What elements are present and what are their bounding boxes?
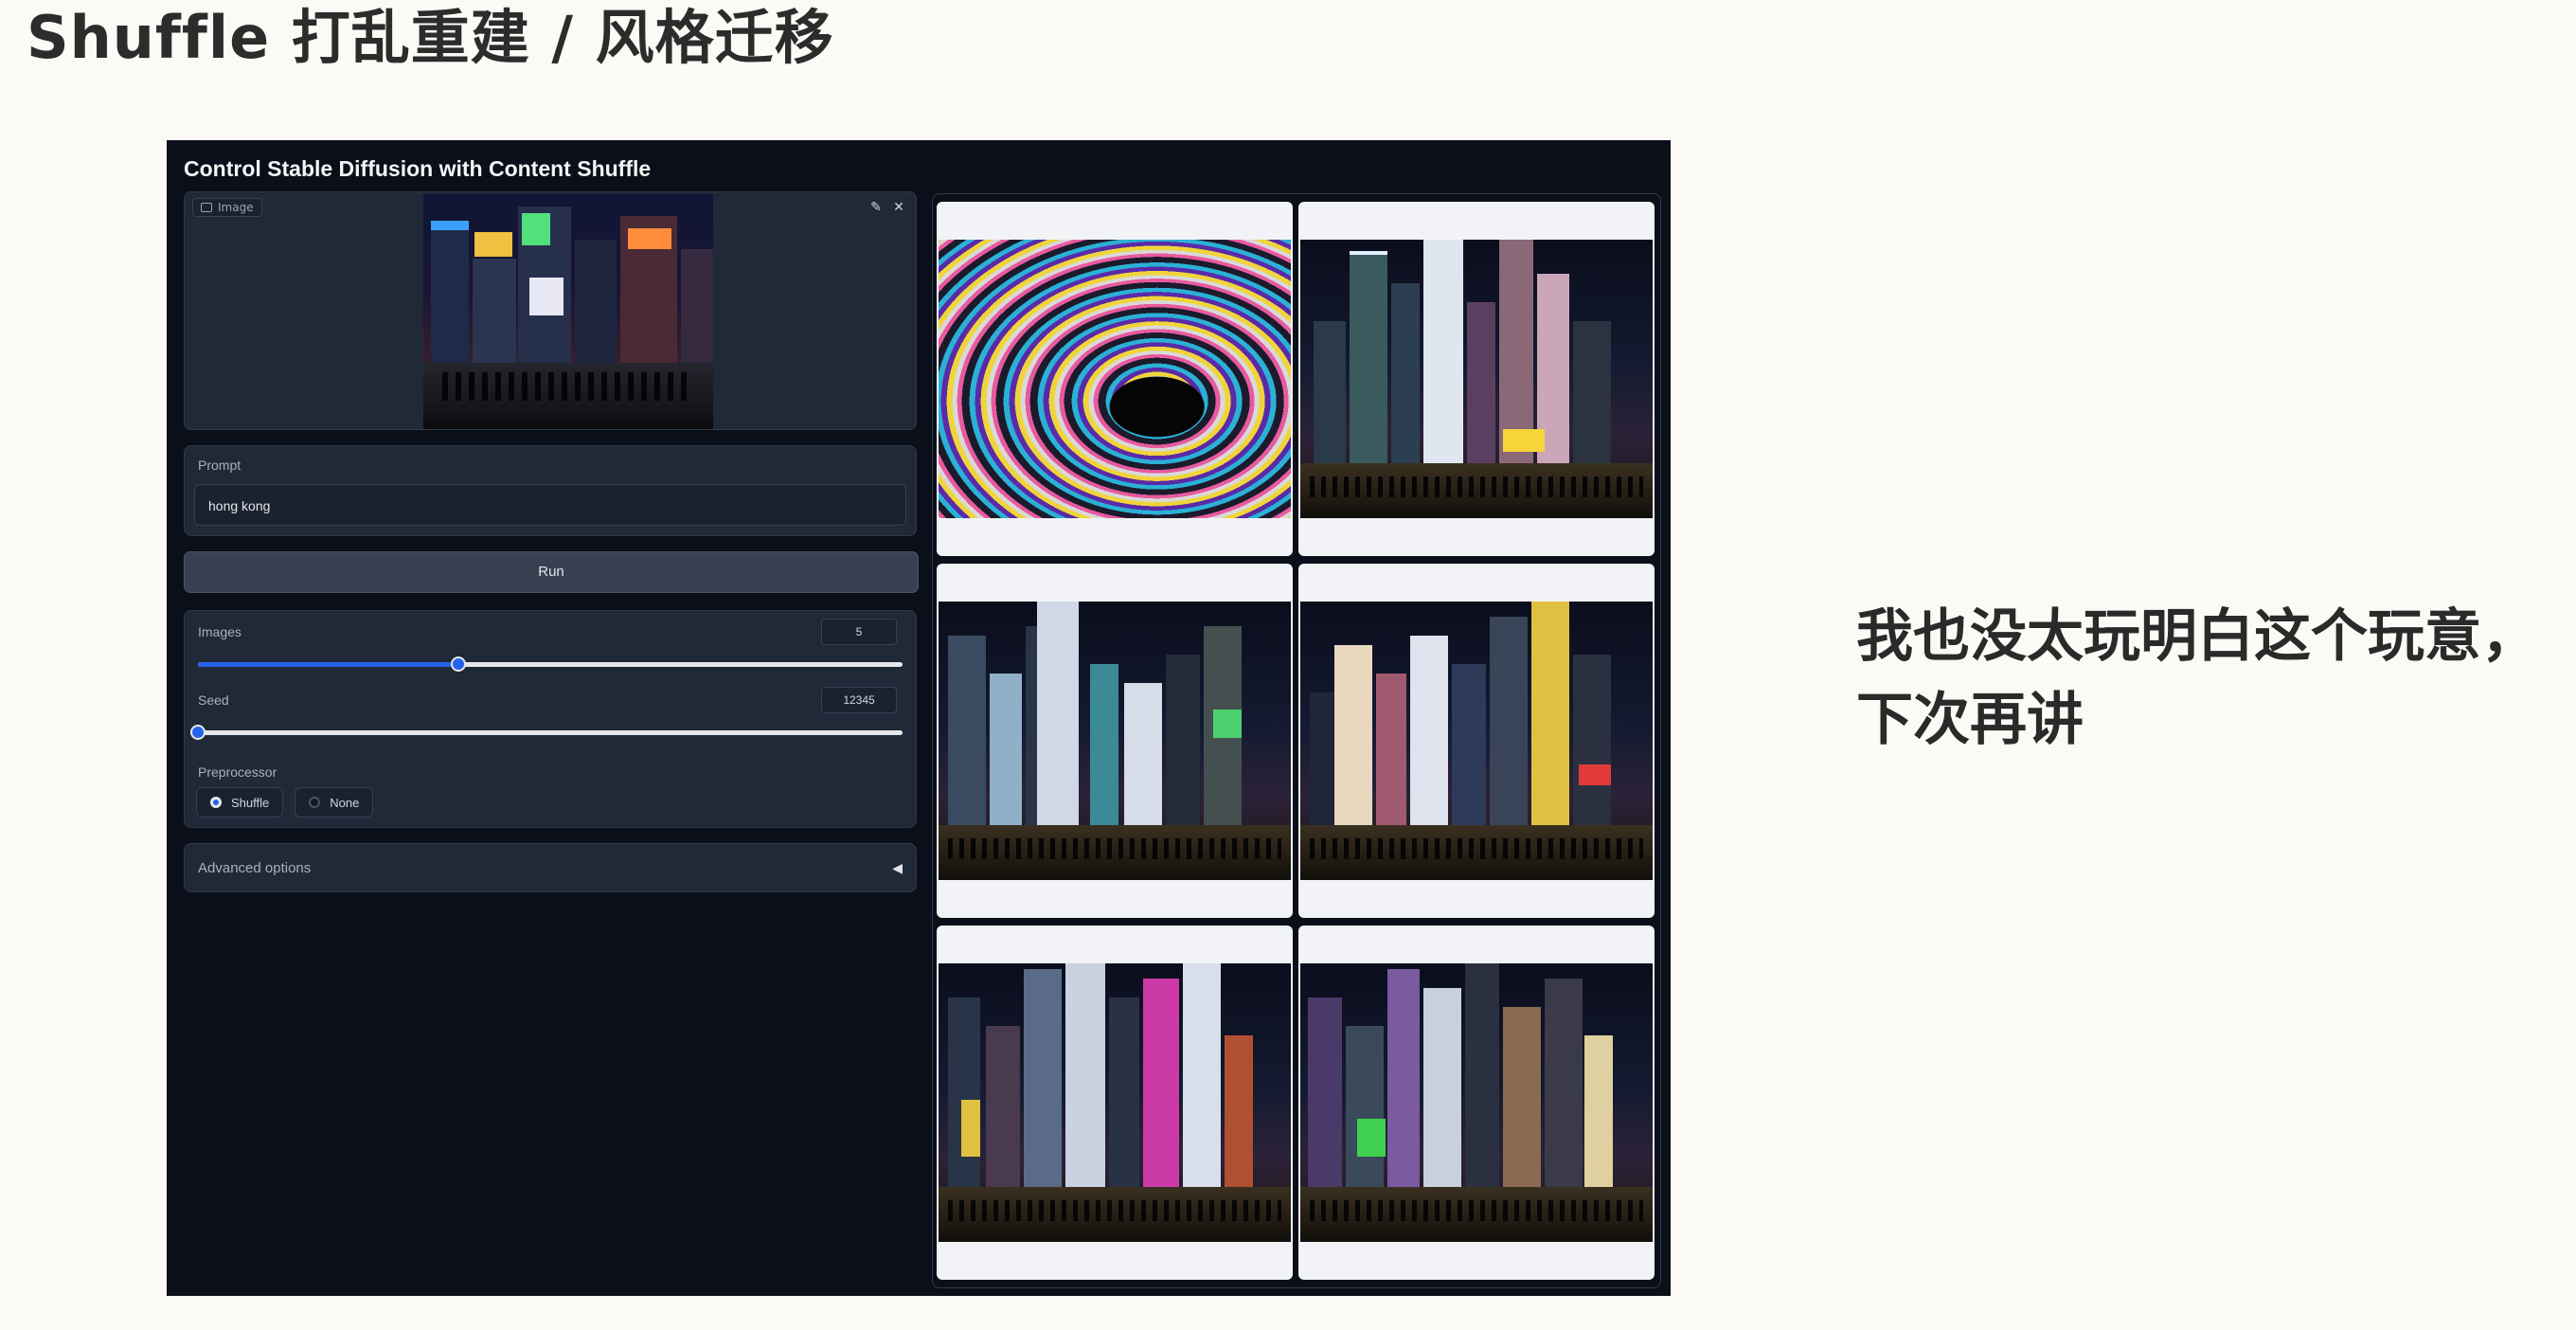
radio-none[interactable]: None (295, 787, 374, 818)
city-image (1300, 963, 1653, 1242)
side-note: 我也没太玩明白这个玩意， 下次再讲 (1856, 595, 2576, 762)
preprocessor-label: Preprocessor (198, 764, 277, 780)
input-image-preview (423, 194, 713, 429)
controls-block: Images 5 Seed 12345 Preprocessor Shuffle (184, 610, 917, 828)
advanced-options-label: Advanced options (198, 860, 312, 876)
seed-slider[interactable] (190, 725, 903, 740)
shuffled-image (939, 240, 1291, 518)
pencil-icon[interactable]: ✎ (867, 198, 886, 217)
radio-shuffle-label: Shuffle (231, 795, 270, 810)
app-title: Control Stable Diffusion with Content Sh… (184, 156, 652, 181)
seed-number-input[interactable]: 12345 (821, 687, 897, 713)
preprocessor-radio-group: Shuffle None (196, 787, 374, 818)
image-label-tag: Image (192, 198, 262, 217)
advanced-options-accordion[interactable]: Advanced options ◀ (184, 843, 917, 892)
images-slider[interactable] (198, 656, 903, 672)
radio-dot-selected (210, 797, 222, 808)
seed-slider-thumb[interactable] (190, 725, 206, 740)
prompt-input[interactable]: hong kong (194, 484, 906, 526)
side-note-line-1: 我也没太玩明白这个玩意， (1856, 603, 2538, 670)
radio-none-label: None (330, 795, 360, 810)
gallery-image-2[interactable] (1298, 202, 1655, 556)
app-window: Control Stable Diffusion with Content Sh… (167, 140, 1671, 1296)
radio-shuffle[interactable]: Shuffle (196, 787, 284, 818)
image-upload[interactable]: Image ✎ ✕ (184, 191, 917, 430)
run-button[interactable]: Run (184, 551, 919, 593)
gallery-image-4[interactable] (1298, 564, 1655, 918)
slide-title: Shuffle 打乱重建 / 风格迁移 (27, 3, 834, 72)
city-image (939, 963, 1291, 1242)
prompt-label: Prompt (198, 458, 242, 473)
city-image (1300, 240, 1653, 518)
images-number-input[interactable]: 5 (821, 619, 897, 645)
image-icon (201, 203, 212, 212)
seed-label: Seed (198, 692, 229, 708)
close-icon[interactable]: ✕ (889, 198, 908, 217)
gallery-image-5[interactable] (937, 926, 1293, 1280)
output-gallery (932, 193, 1661, 1288)
gallery-image-1[interactable] (937, 202, 1293, 556)
images-slider-fill (198, 662, 459, 667)
gallery-image-6[interactable] (1298, 926, 1655, 1280)
seed-slider-row: Seed 12345 (190, 687, 904, 749)
image-label: Image (218, 201, 254, 214)
city-image (1300, 602, 1653, 880)
side-note-line-2: 下次再讲 (1856, 687, 2084, 753)
gallery-image-3[interactable] (937, 564, 1293, 918)
triangle-left-icon: ◀ (892, 861, 903, 876)
images-label: Images (198, 624, 242, 639)
city-image (939, 602, 1291, 880)
radio-dot (309, 797, 321, 808)
images-slider-row: Images 5 (196, 619, 904, 681)
prompt-block: Prompt hong kong (184, 445, 917, 536)
images-slider-thumb[interactable] (451, 656, 467, 672)
